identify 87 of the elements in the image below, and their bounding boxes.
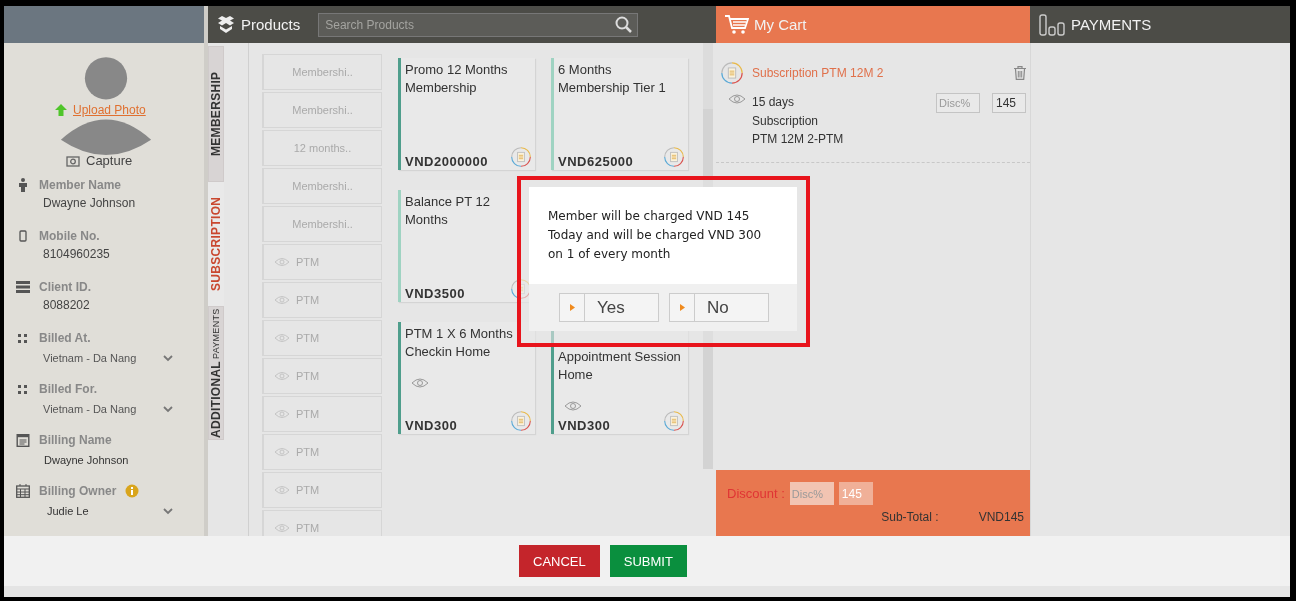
location-select[interactable]: Judie Le bbox=[43, 505, 173, 517]
products-title: Products bbox=[241, 16, 301, 33]
delete-icon[interactable] bbox=[1014, 66, 1026, 80]
cart-icon bbox=[725, 14, 749, 35]
discount-field[interactable]: Disc% bbox=[936, 93, 980, 113]
grip-dots-icon bbox=[16, 384, 30, 394]
eye-icon bbox=[274, 409, 290, 419]
product-card[interactable]: PTM 1 X 6 Months Checkin Home VND300 bbox=[398, 322, 535, 434]
person-icon bbox=[16, 178, 30, 192]
chevron-down-icon bbox=[163, 507, 173, 515]
info-icon bbox=[125, 484, 140, 498]
amount-field[interactable]: 145 bbox=[992, 93, 1026, 113]
upload-arrow-icon bbox=[54, 103, 68, 117]
coins-icon bbox=[1039, 13, 1065, 36]
upload-photo-link[interactable]: Upload Photo bbox=[73, 103, 146, 117]
product-title: PTM 1 X 6 Months Checkin Home bbox=[405, 325, 514, 361]
cart-item-name: Subscription PTM 12M 2 bbox=[752, 66, 885, 80]
product-title: Appointment Session Home bbox=[558, 348, 682, 384]
dialog-message: Member will be charged VND 145 Today and will be charged VND 300 on 1 of every month bbox=[529, 187, 797, 284]
eye-icon bbox=[564, 400, 582, 412]
field-value: 8104960235 bbox=[42, 247, 111, 261]
box-icon bbox=[217, 15, 235, 34]
product-title: Promo 12 Months Membership bbox=[405, 61, 509, 97]
location-select[interactable]: Vietnam - Da Nang bbox=[43, 352, 173, 364]
field-label: Billed At. bbox=[39, 331, 91, 345]
capture-button[interactable]: Capture bbox=[86, 153, 133, 168]
subscription-icon bbox=[510, 410, 532, 432]
field-label: Billing Name bbox=[39, 433, 112, 447]
subscription-icon bbox=[663, 146, 685, 168]
field-value: 8088202 bbox=[42, 298, 91, 312]
item-detail: Subscription bbox=[752, 112, 820, 130]
location-select[interactable]: Vietnam - Da Nang bbox=[43, 403, 173, 415]
product-price: VND3500 bbox=[405, 286, 465, 302]
product-price: VND300 bbox=[558, 418, 611, 434]
subscription-icon bbox=[663, 410, 685, 432]
document-icon bbox=[16, 433, 30, 447]
cancel-button[interactable]: CANCEL bbox=[519, 545, 600, 577]
payments-title: PAYMENTS bbox=[1071, 16, 1152, 33]
category-tab[interactable]: ADDITIONAL PAYMENTS bbox=[208, 306, 224, 440]
item-detail: 15 days bbox=[752, 94, 796, 111]
subtotal-label: Sub-Total : bbox=[881, 510, 939, 524]
item-detail: PTM 12M 2-PTM bbox=[752, 131, 845, 148]
search-field[interactable]: Search Products bbox=[318, 12, 639, 37]
eye-icon bbox=[274, 371, 290, 381]
field-label: Billing Owner bbox=[39, 484, 117, 498]
eye-icon bbox=[274, 295, 290, 305]
product-price: VND625000 bbox=[558, 154, 634, 170]
yes-button[interactable]: Yes bbox=[559, 293, 659, 322]
field-value: Dwayne Johnson bbox=[43, 454, 130, 466]
field-label: Member Name bbox=[39, 178, 122, 192]
field-label: Mobile No. bbox=[39, 229, 100, 243]
product-price: VND300 bbox=[405, 418, 458, 434]
grip-dots-icon bbox=[16, 333, 30, 343]
subscription-icon bbox=[510, 146, 532, 168]
eye-icon bbox=[728, 93, 746, 105]
product-card[interactable]: 6 Months Membership Tier 1 VND625000 bbox=[551, 58, 688, 170]
product-title: Balance PT 12 Months bbox=[405, 193, 492, 229]
play-icon bbox=[679, 304, 685, 311]
play-icon bbox=[569, 304, 575, 311]
eye-icon bbox=[274, 333, 290, 343]
submit-button[interactable]: SUBMIT bbox=[609, 545, 687, 577]
field-value: Dwayne Johnson bbox=[42, 196, 137, 210]
subscription-icon bbox=[720, 61, 744, 85]
category-tab[interactable]: MEMBERSHIP bbox=[208, 46, 224, 182]
eye-icon bbox=[274, 447, 290, 457]
mobile-phone-icon bbox=[16, 230, 30, 242]
subtotal-value: VND145 bbox=[978, 510, 1024, 524]
product-title: 6 Months Membership Tier 1 bbox=[558, 61, 667, 97]
eye-icon bbox=[411, 377, 429, 389]
search-icon bbox=[615, 15, 633, 33]
cart-title: My Cart bbox=[754, 16, 807, 33]
chevron-down-icon bbox=[163, 405, 173, 413]
field-label: Billed For. bbox=[39, 382, 97, 396]
eye-icon bbox=[274, 485, 290, 495]
product-card[interactable]: Promo 12 Months Membership VND2000000 bbox=[398, 58, 535, 170]
eye-icon bbox=[274, 523, 290, 533]
chevron-down-icon bbox=[163, 354, 173, 362]
id-card-icon bbox=[16, 281, 30, 293]
eye-icon bbox=[274, 257, 290, 267]
product-price: VND2000000 bbox=[405, 154, 489, 170]
no-button[interactable]: No bbox=[669, 293, 769, 322]
discount-field[interactable]: Disc% bbox=[789, 482, 834, 505]
field-label: Client ID. bbox=[39, 280, 91, 294]
calendar-icon bbox=[16, 484, 30, 498]
subscription-icon bbox=[510, 278, 532, 300]
camera-icon bbox=[66, 154, 80, 167]
discount-label: Discount : bbox=[727, 486, 785, 501]
